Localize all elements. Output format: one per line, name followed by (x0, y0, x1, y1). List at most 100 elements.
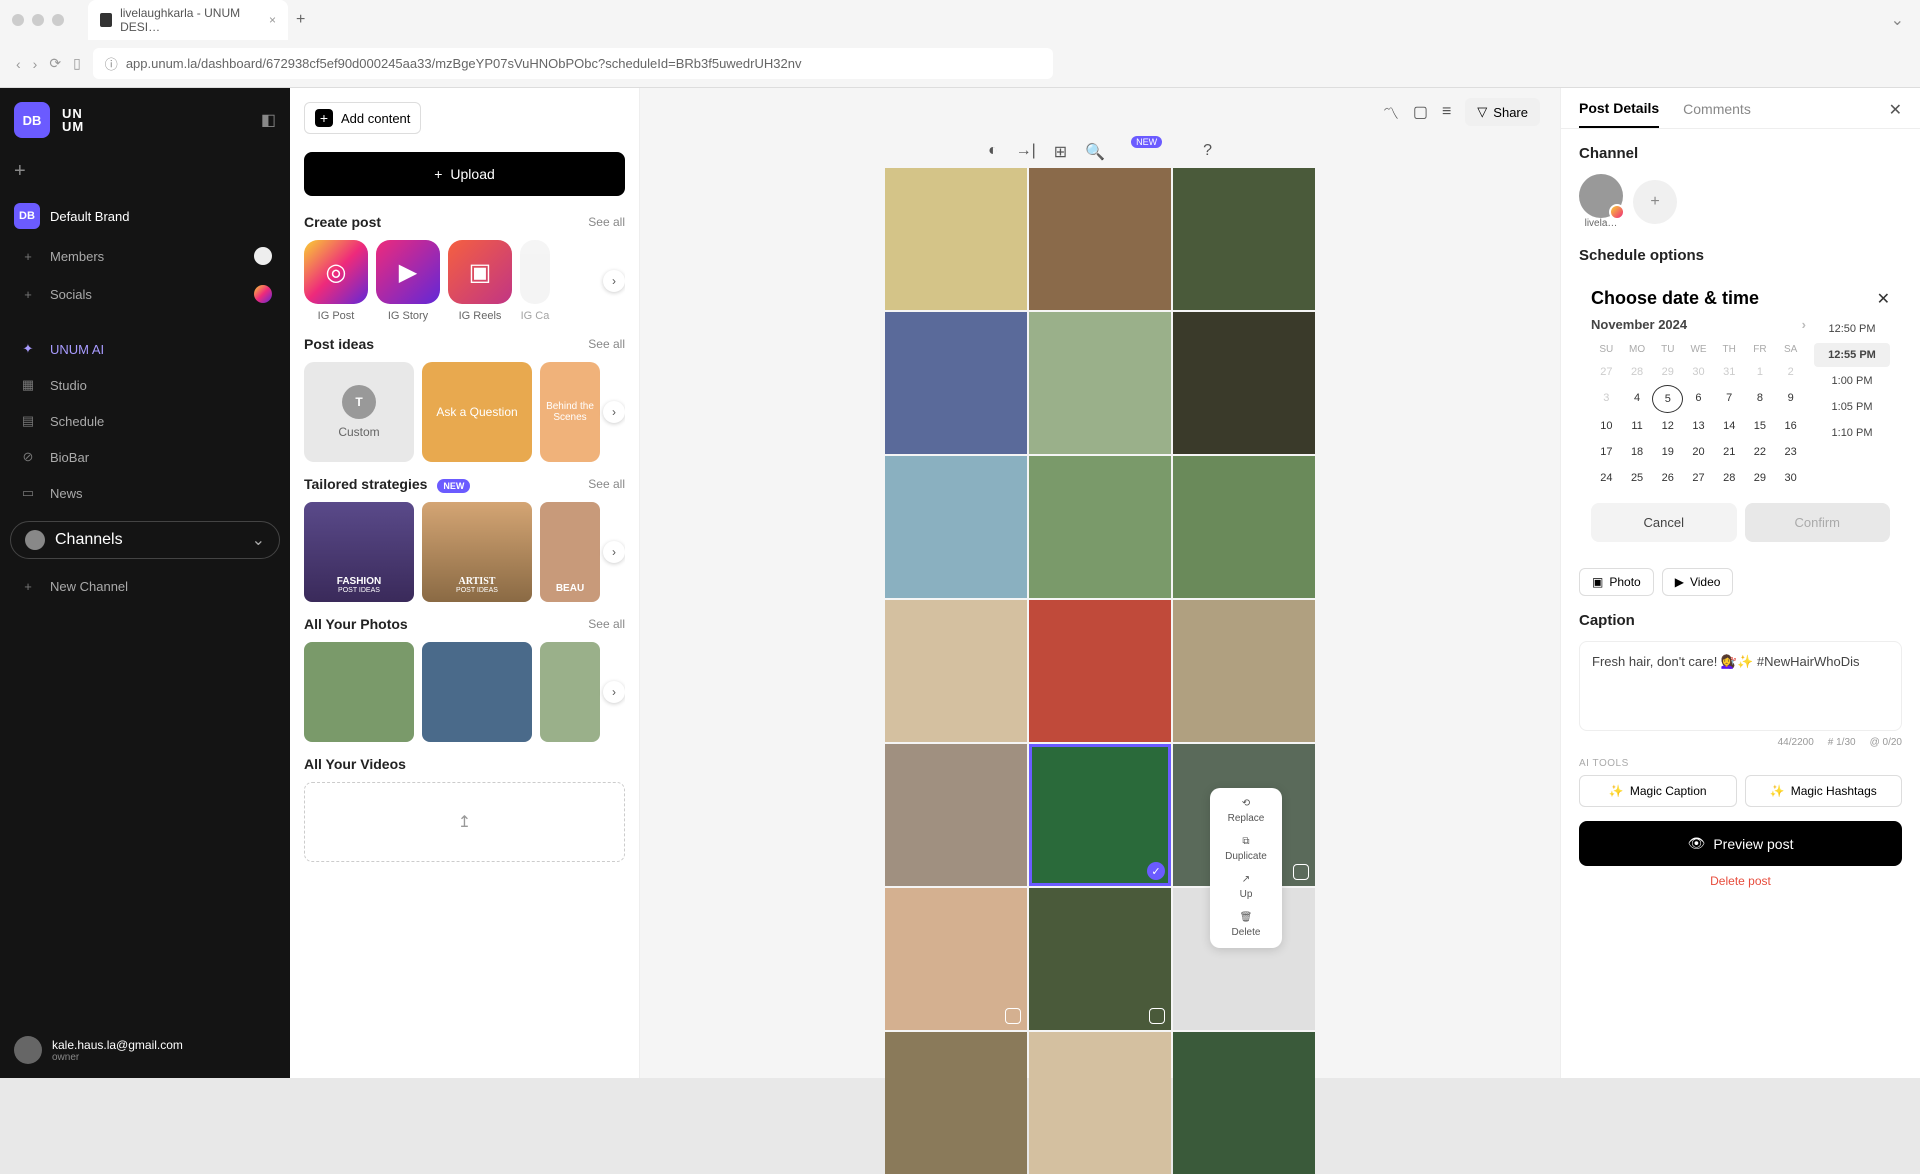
up-button[interactable]: ↗Up (1216, 874, 1276, 900)
calendar-day[interactable]: 27 (1683, 465, 1714, 491)
sidebar-item-schedule[interactable]: ▤ Schedule (14, 403, 276, 439)
scroll-right-button[interactable]: › (603, 541, 625, 563)
idea-custom[interactable]: T Custom (304, 362, 414, 462)
reload-button[interactable]: ⟳ (49, 55, 61, 72)
tab-overflow-icon[interactable]: ⌄ (1875, 10, 1920, 30)
tab-post-details[interactable]: Post Details (1579, 100, 1659, 128)
strategy-beauty[interactable]: BEAU (540, 502, 600, 602)
grid-cell[interactable] (1173, 1032, 1315, 1174)
calendar-day[interactable]: 28 (1622, 359, 1653, 385)
grid-cell[interactable] (1029, 888, 1171, 1030)
grid-cell[interactable] (885, 456, 1027, 598)
help-icon[interactable]: ? (1203, 142, 1212, 162)
idea-ask-question[interactable]: Ask a Question (422, 362, 532, 462)
magic-hashtags-button[interactable]: ✨Magic Hashtags (1745, 775, 1903, 807)
post-type-ig-reels[interactable]: ▣ IG Reels (448, 240, 512, 322)
brand-item[interactable]: DB Default Brand (14, 195, 276, 237)
tab-comments[interactable]: Comments (1683, 101, 1751, 127)
grid-cell[interactable] (1173, 456, 1315, 598)
grid-cell[interactable] (885, 600, 1027, 742)
strategy-fashion[interactable]: FASHIONPOST IDEAS (304, 502, 414, 602)
video-upload-dropzone[interactable]: ↥ (304, 782, 625, 862)
calendar-day[interactable]: 7 (1714, 385, 1745, 413)
preview-post-button[interactable]: 👁 Preview post (1579, 821, 1902, 866)
grid-cell[interactable] (885, 744, 1027, 886)
channels-dropdown[interactable]: Channels ⌄ (10, 521, 280, 559)
calendar-day[interactable]: 3 (1591, 385, 1622, 413)
upload-button[interactable]: + Upload (304, 152, 625, 196)
contrast-icon[interactable]: ◐ (988, 142, 998, 162)
calendar-day[interactable]: 25 (1622, 465, 1653, 491)
time-slot[interactable]: 1:10 PM (1814, 421, 1890, 445)
calendar-day[interactable]: 30 (1683, 359, 1714, 385)
see-all-link[interactable]: See all (588, 337, 625, 351)
calendar-day[interactable]: 4 (1622, 385, 1653, 413)
calendar-day[interactable]: 15 (1745, 413, 1776, 439)
calendar-day[interactable]: 28 (1714, 465, 1745, 491)
calendar-day[interactable]: 31 (1714, 359, 1745, 385)
calendar-day[interactable]: 19 (1652, 439, 1683, 465)
new-tab-button[interactable]: + (288, 7, 313, 33)
calendar-day[interactable]: 11 (1622, 413, 1653, 439)
calendar-day[interactable]: 10 (1591, 413, 1622, 439)
delete-post-link[interactable]: Delete post (1579, 874, 1902, 888)
url-bar[interactable]: ⓘ app.unum.la/dashboard/672938cf5ef90d00… (93, 48, 1053, 79)
time-slot[interactable]: 1:00 PM (1814, 369, 1890, 393)
align-icon[interactable]: →| (1016, 142, 1036, 162)
channel-avatar[interactable] (1579, 174, 1623, 218)
sidebar-item-unum-ai[interactable]: ✦ UNUM AI (14, 331, 276, 367)
sidebar-item-socials[interactable]: + Socials (14, 275, 276, 313)
calendar-day[interactable]: 18 (1622, 439, 1653, 465)
zoom-icon[interactable]: 🔍NEW (1085, 142, 1105, 162)
time-slot[interactable]: 12:50 PM (1814, 317, 1890, 341)
calendar-day[interactable]: 1 (1745, 359, 1776, 385)
photo-thumbnail[interactable] (304, 642, 414, 742)
bookmark-icon[interactable]: ▯ (73, 55, 81, 72)
calendar-day-selected[interactable]: 5 (1652, 385, 1683, 413)
sidebar-item-studio[interactable]: ▦ Studio (14, 367, 276, 403)
duplicate-button[interactable]: ⧉Duplicate (1216, 836, 1276, 862)
sidebar-item-biobar[interactable]: ⊘ BioBar (14, 439, 276, 475)
grid-cell[interactable] (1029, 1032, 1171, 1174)
calendar-day[interactable]: 30 (1775, 465, 1806, 491)
idea-behind-scenes[interactable]: Behind the Scenes (540, 362, 600, 462)
calendar-day[interactable]: 20 (1683, 439, 1714, 465)
scroll-right-button[interactable]: › (603, 681, 625, 703)
sidebar-item-news[interactable]: ▭ News (14, 475, 276, 511)
calendar-day[interactable]: 13 (1683, 413, 1714, 439)
confirm-button[interactable]: Confirm (1745, 503, 1891, 542)
calendar-day[interactable]: 2 (1775, 359, 1806, 385)
sidebar-collapse-icon[interactable]: ◧ (261, 110, 276, 130)
calendar-day[interactable]: 26 (1652, 465, 1683, 491)
caption-input[interactable] (1579, 641, 1902, 731)
calendar-day[interactable]: 14 (1714, 413, 1745, 439)
photo-thumbnail[interactable] (422, 642, 532, 742)
cancel-button[interactable]: Cancel (1591, 503, 1737, 542)
share-button[interactable]: ▽ Share (1465, 98, 1540, 126)
grid-cell[interactable] (1173, 600, 1315, 742)
calendar-day[interactable]: 29 (1652, 359, 1683, 385)
grid-cell[interactable] (1173, 312, 1315, 454)
workspace-avatar[interactable]: DB (14, 102, 50, 138)
add-content-button[interactable]: + Add content (304, 102, 421, 134)
calendar-day[interactable]: 16 (1775, 413, 1806, 439)
grid-cell[interactable] (1029, 312, 1171, 454)
tab-close-icon[interactable]: × (269, 13, 276, 27)
calendar-day[interactable]: 9 (1775, 385, 1806, 413)
scroll-right-button[interactable]: › (603, 270, 625, 292)
calendar-day[interactable]: 27 (1591, 359, 1622, 385)
delete-button[interactable]: 🗑Delete (1216, 912, 1276, 938)
calendar-day[interactable]: 24 (1591, 465, 1622, 491)
see-all-link[interactable]: See all (588, 617, 625, 631)
calendar-day[interactable]: 21 (1714, 439, 1745, 465)
post-type-ig-carousel[interactable]: IG Ca (520, 240, 550, 322)
see-all-link[interactable]: See all (588, 215, 625, 229)
datetime-close-button[interactable]: ✕ (1877, 289, 1890, 309)
scroll-right-button[interactable]: › (603, 401, 625, 423)
grid-cell[interactable] (1029, 456, 1171, 598)
grid-cell[interactable] (885, 888, 1027, 1030)
browser-tab[interactable]: livelaughkarla - UNUM DESI… × (88, 0, 288, 40)
grid-cell-selected[interactable]: ✓ (1029, 744, 1171, 886)
grid-cell[interactable] (885, 312, 1027, 454)
calendar-next-button[interactable]: › (1802, 317, 1806, 332)
